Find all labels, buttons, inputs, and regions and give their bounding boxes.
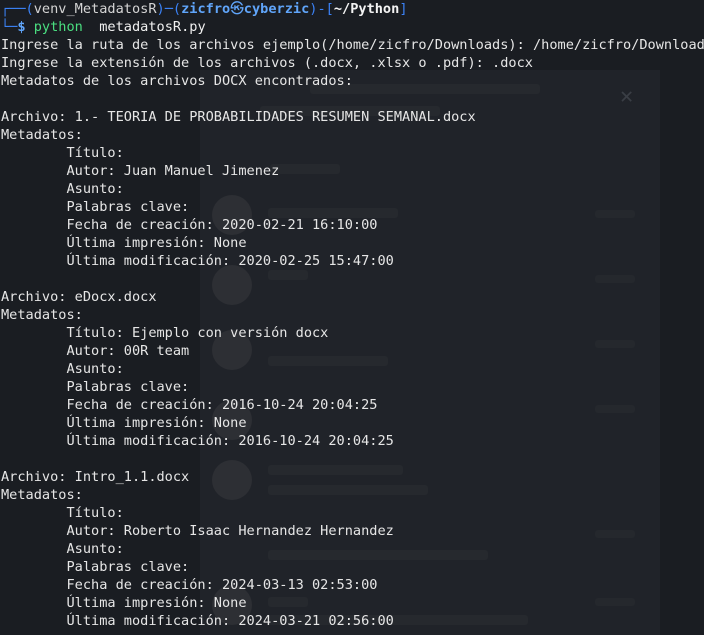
prompt-cwd: ~/Python: [333, 1, 400, 17]
modified-field: Última modificación: 2016-10-24 20:04:25: [1, 433, 394, 449]
file-name-line: Archivo: 1.- TEORIA DE PROBABILIDADES RE…: [1, 109, 476, 125]
command-line: └─$ python metadatosR.py: [1, 19, 206, 35]
keywords-field: Palabras clave:: [1, 199, 190, 215]
input-path-line: Ingrese la ruta de los archivos ejemplo(…: [1, 37, 704, 53]
venv-name: venv_MetadatosR: [33, 1, 157, 17]
prompt-host: cyberzic: [243, 1, 310, 17]
metadata-label: Metadatos:: [1, 127, 83, 143]
input-ext-line: Ingrese la extensión de los archivos (.d…: [1, 55, 533, 71]
metadata-label: Metadatos:: [1, 487, 83, 503]
subject-field: Asunto:: [1, 541, 124, 557]
subject-field: Asunto:: [1, 361, 124, 377]
printed-field: Última impresión: None: [1, 415, 247, 431]
created-field: Fecha de creación: 2024-03-13 02:53:00: [1, 577, 378, 593]
file-name-line: Archivo: eDocx.docx: [1, 289, 157, 305]
prompt-line: ┌──(venv_MetadatosR)─(zicfro㉿cyberzic)-[…: [1, 1, 408, 17]
command-argument: metadatosR.py: [99, 19, 206, 35]
created-field: Fecha de creación: 2020-02-21 16:10:00: [1, 217, 378, 233]
file-name-line: Archivo: Intro_1.1.docx: [1, 469, 190, 485]
created-field: Fecha de creación: 2016-10-24 20:04:25: [1, 397, 378, 413]
modified-field: Última modificación: 2024-03-21 02:56:00: [1, 613, 394, 629]
terminal-output[interactable]: ┌──(venv_MetadatosR)─(zicfro㉿cyberzic)-[…: [0, 0, 704, 635]
header-line: Metadatos de los archivos DOCX encontrad…: [1, 73, 353, 89]
title-field: Título:: [1, 505, 124, 521]
keywords-field: Palabras clave:: [1, 559, 190, 575]
printed-field: Última impresión: None: [1, 235, 247, 251]
author-field: Autor: Roberto Isaac Hernandez Hernandez: [1, 523, 394, 539]
prompt-symbol: ㉿: [230, 1, 244, 17]
modified-field: Última modificación: 2020-02-25 15:47:00: [1, 253, 394, 269]
keywords-field: Palabras clave:: [1, 379, 190, 395]
title-field: Título: Ejemplo con versión docx: [1, 325, 329, 341]
subject-field: Asunto:: [1, 181, 124, 197]
command-name: python: [33, 19, 83, 35]
prompt-user: zicfro: [181, 1, 231, 17]
author-field: Autor: Juan Manuel Jimenez: [1, 163, 280, 179]
title-field: Título:: [1, 145, 124, 161]
author-field: Autor: 00R team: [1, 343, 190, 359]
metadata-label: Metadatos:: [1, 307, 83, 323]
printed-field: Última impresión: None: [1, 595, 247, 611]
prompt-dollar: $: [17, 19, 26, 35]
